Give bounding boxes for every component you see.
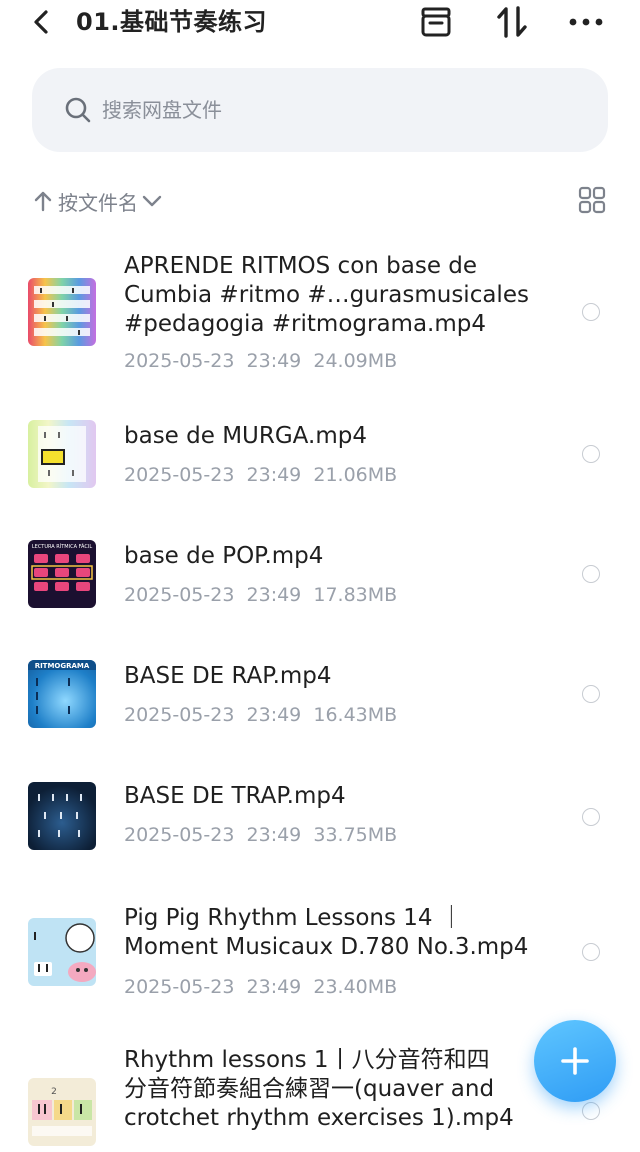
select-radio[interactable] bbox=[582, 808, 600, 826]
file-meta: 2025-05-23 23:49 23.40MB bbox=[124, 976, 397, 998]
search-icon bbox=[65, 97, 91, 123]
file-time: 23:49 bbox=[246, 584, 302, 606]
file-name-line: APRENDE RITMOS con base de bbox=[124, 253, 478, 279]
add-button[interactable] bbox=[534, 1020, 616, 1102]
select-radio[interactable] bbox=[582, 943, 600, 961]
search-bar[interactable]: 搜索网盘文件 bbox=[32, 68, 608, 152]
file-date: 2025-05-23 bbox=[124, 824, 235, 846]
chevron-down-icon bbox=[142, 195, 162, 207]
select-radio[interactable] bbox=[582, 303, 600, 321]
grid-view-icon bbox=[578, 186, 606, 214]
arrow-up-icon bbox=[34, 191, 52, 212]
file-row[interactable]: RITMOGRAMA BASE DE RAP.mp4 2025-05-23 23… bbox=[0, 640, 640, 750]
file-row[interactable]: Pig Pig Rhythm Lessons 14 ｜ Moment Music… bbox=[0, 890, 640, 1010]
select-radio[interactable] bbox=[582, 565, 600, 583]
video-thumbnail: RITMOGRAMA bbox=[28, 660, 96, 728]
sort-toggle-button[interactable] bbox=[494, 4, 530, 40]
file-name: APRENDE RITMOS con base de Cumbia #ritmo… bbox=[124, 252, 552, 339]
video-thumbnail: LECTURA RÍTMICA FÁCIL bbox=[28, 540, 96, 608]
file-meta: 2025-05-23 23:49 33.75MB bbox=[124, 824, 397, 846]
file-name-line: 分音符節奏組合練習一(quaver and bbox=[124, 1076, 495, 1102]
top-bar: 01.基础节奏练习 bbox=[0, 0, 640, 44]
video-thumbnail bbox=[28, 278, 96, 346]
chevron-left-icon bbox=[34, 10, 48, 34]
file-time: 23:49 bbox=[246, 464, 302, 486]
archive-button[interactable] bbox=[418, 4, 454, 40]
file-name: base de POP.mp4 bbox=[124, 542, 552, 571]
sort-by-name-button[interactable]: 按文件名 bbox=[34, 184, 162, 218]
sort-label: 按文件名 bbox=[58, 190, 138, 215]
video-thumbnail bbox=[28, 420, 96, 488]
file-name-line: #pedagogia #ritmograma.mp4 bbox=[124, 311, 486, 337]
video-thumbnail bbox=[28, 918, 96, 986]
file-name-line: Moment Musicaux D.780 No.3.mp4 bbox=[124, 934, 529, 960]
thumbnail-caption: 2 bbox=[51, 1087, 57, 1097]
archive-box-icon bbox=[421, 7, 451, 37]
more-dots-icon bbox=[569, 18, 603, 26]
file-date: 2025-05-23 bbox=[124, 350, 235, 372]
file-name: Pig Pig Rhythm Lessons 14 ｜ Moment Music… bbox=[124, 904, 552, 962]
file-row[interactable]: BASE DE TRAP.mp4 2025-05-23 23:49 33.75M… bbox=[0, 760, 640, 870]
file-size: 21.06MB bbox=[313, 464, 398, 486]
file-date: 2025-05-23 bbox=[124, 704, 235, 726]
view-mode-button[interactable] bbox=[578, 186, 606, 214]
file-name-line: base de POP.mp4 bbox=[124, 543, 324, 569]
file-name-line: base de MURGA.mp4 bbox=[124, 423, 367, 449]
select-radio[interactable] bbox=[582, 445, 600, 463]
file-meta: 2025-05-23 23:49 24.09MB bbox=[124, 350, 397, 372]
file-row[interactable]: base de MURGA.mp4 2025-05-23 23:49 21.06… bbox=[0, 400, 640, 510]
file-name-line: BASE DE TRAP.mp4 bbox=[124, 783, 346, 809]
plus-icon bbox=[561, 1047, 589, 1075]
file-meta: 2025-05-23 23:49 17.83MB bbox=[124, 584, 397, 606]
file-time: 23:49 bbox=[246, 350, 302, 372]
file-name: base de MURGA.mp4 bbox=[124, 422, 552, 451]
thumbnail-caption: RITMOGRAMA bbox=[35, 662, 90, 670]
file-row[interactable]: APRENDE RITMOS con base de Cumbia #ritmo… bbox=[0, 240, 640, 380]
video-thumbnail bbox=[28, 782, 96, 850]
file-date: 2025-05-23 bbox=[124, 976, 235, 998]
file-name: BASE DE TRAP.mp4 bbox=[124, 782, 552, 811]
file-meta: 2025-05-23 23:49 21.06MB bbox=[124, 464, 397, 486]
select-radio[interactable] bbox=[582, 685, 600, 703]
file-meta: 2025-05-23 23:49 16.43MB bbox=[124, 704, 397, 726]
file-name-line: Rhythm lessons 1丨八分音符和四 bbox=[124, 1047, 490, 1073]
file-name: Rhythm lessons 1丨八分音符和四 分音符節奏組合練習一(quave… bbox=[124, 1046, 552, 1133]
back-button[interactable] bbox=[28, 6, 54, 38]
page-title: 01.基础节奏练习 bbox=[76, 8, 268, 36]
file-name-line: Pig Pig Rhythm Lessons 14 ｜ bbox=[124, 905, 463, 931]
file-name-line: crotchet rhythm exercises 1).mp4 bbox=[124, 1105, 514, 1131]
file-row[interactable]: LECTURA RÍTMICA FÁCIL base de POP.mp4 20… bbox=[0, 520, 640, 630]
thumbnail-caption: LECTURA RÍTMICA FÁCIL bbox=[32, 543, 92, 550]
file-time: 23:49 bbox=[246, 976, 302, 998]
file-size: 24.09MB bbox=[313, 350, 398, 372]
video-thumbnail: 2 bbox=[28, 1078, 96, 1146]
file-size: 16.43MB bbox=[313, 704, 398, 726]
file-time: 23:49 bbox=[246, 704, 302, 726]
file-date: 2025-05-23 bbox=[124, 584, 235, 606]
more-button[interactable] bbox=[568, 4, 604, 40]
select-radio[interactable] bbox=[582, 1102, 600, 1120]
file-date: 2025-05-23 bbox=[124, 464, 235, 486]
file-name-line: Cumbia #ritmo #…gurasmusicales bbox=[124, 282, 529, 308]
file-name: BASE DE RAP.mp4 bbox=[124, 662, 552, 691]
sort-arrows-icon bbox=[497, 6, 527, 38]
sort-bar: 按文件名 bbox=[0, 184, 640, 218]
file-size: 23.40MB bbox=[313, 976, 398, 998]
file-time: 23:49 bbox=[246, 824, 302, 846]
file-name-line: BASE DE RAP.mp4 bbox=[124, 663, 332, 689]
file-size: 33.75MB bbox=[313, 824, 398, 846]
search-input[interactable]: 搜索网盘文件 bbox=[102, 68, 222, 152]
file-size: 17.83MB bbox=[313, 584, 398, 606]
